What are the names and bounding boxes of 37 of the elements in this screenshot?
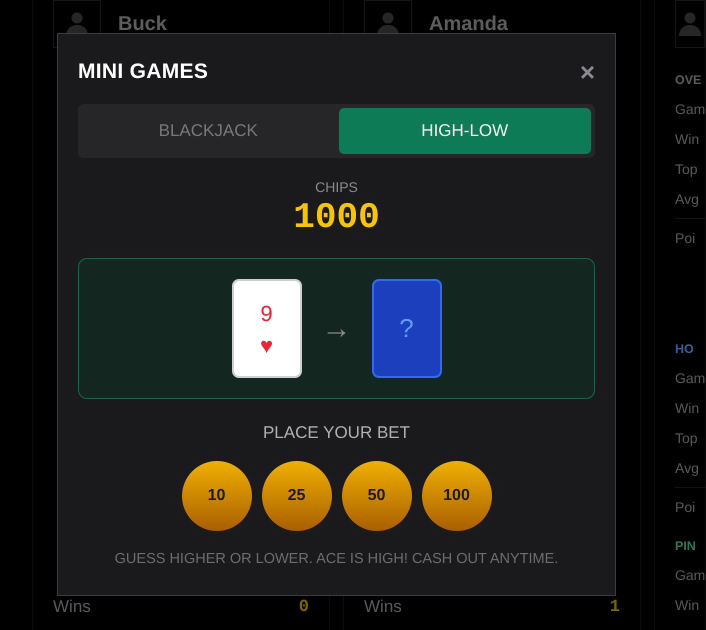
hidden-card: ? xyxy=(372,279,442,378)
bet-chip[interactable]: 10 xyxy=(182,461,252,531)
stat-label: Win xyxy=(675,597,700,613)
bet-chip[interactable]: 100 xyxy=(422,461,492,531)
stat-label: Poi xyxy=(675,230,696,246)
bet-label: PLACE YOUR BET xyxy=(262,423,412,443)
playing-card: 9 ♥ xyxy=(232,279,302,378)
avatar-icon xyxy=(679,12,701,36)
stat-label: Gam xyxy=(675,567,706,583)
player-name: Amanda xyxy=(429,12,508,36)
stat-label: Wins xyxy=(53,597,91,617)
stat-value: 0 xyxy=(298,598,309,616)
stat-value: 1 xyxy=(610,598,620,616)
chips-label: CHIPS xyxy=(314,179,359,195)
stat-label: Gam xyxy=(675,101,706,117)
section-title: OVE xyxy=(675,72,702,89)
section-title: PIN xyxy=(675,538,697,555)
close-button[interactable]: × xyxy=(580,59,595,85)
modal-title: MINI GAMES xyxy=(78,60,208,84)
stat-label: Top xyxy=(675,161,698,177)
stat-label: Avg xyxy=(675,191,699,207)
hint-text: GUESS HIGHER OR LOWER. ACE IS HIGH! CASH OUT ANYTIME. xyxy=(114,551,560,567)
stat-label: Avg xyxy=(675,460,699,476)
arrow-icon: → xyxy=(322,312,352,346)
stat-label: Wins xyxy=(364,597,402,617)
bet-chip[interactable]: 25 xyxy=(262,461,332,531)
stat-label: Poi xyxy=(675,499,696,515)
bet-chip[interactable]: 50 xyxy=(342,461,412,531)
chips-count: 1000 xyxy=(292,197,381,238)
section-title: HO xyxy=(675,341,695,358)
stat-label: Win xyxy=(675,400,700,416)
stat-label: Top xyxy=(675,430,698,446)
stat-label: Gam xyxy=(675,370,706,386)
player-name: Buck xyxy=(118,12,167,36)
stat-label: Win xyxy=(675,131,700,147)
game-tab[interactable]: HIGH-LOW xyxy=(338,108,591,154)
game-tab[interactable]: BLACKJACK xyxy=(82,108,334,154)
